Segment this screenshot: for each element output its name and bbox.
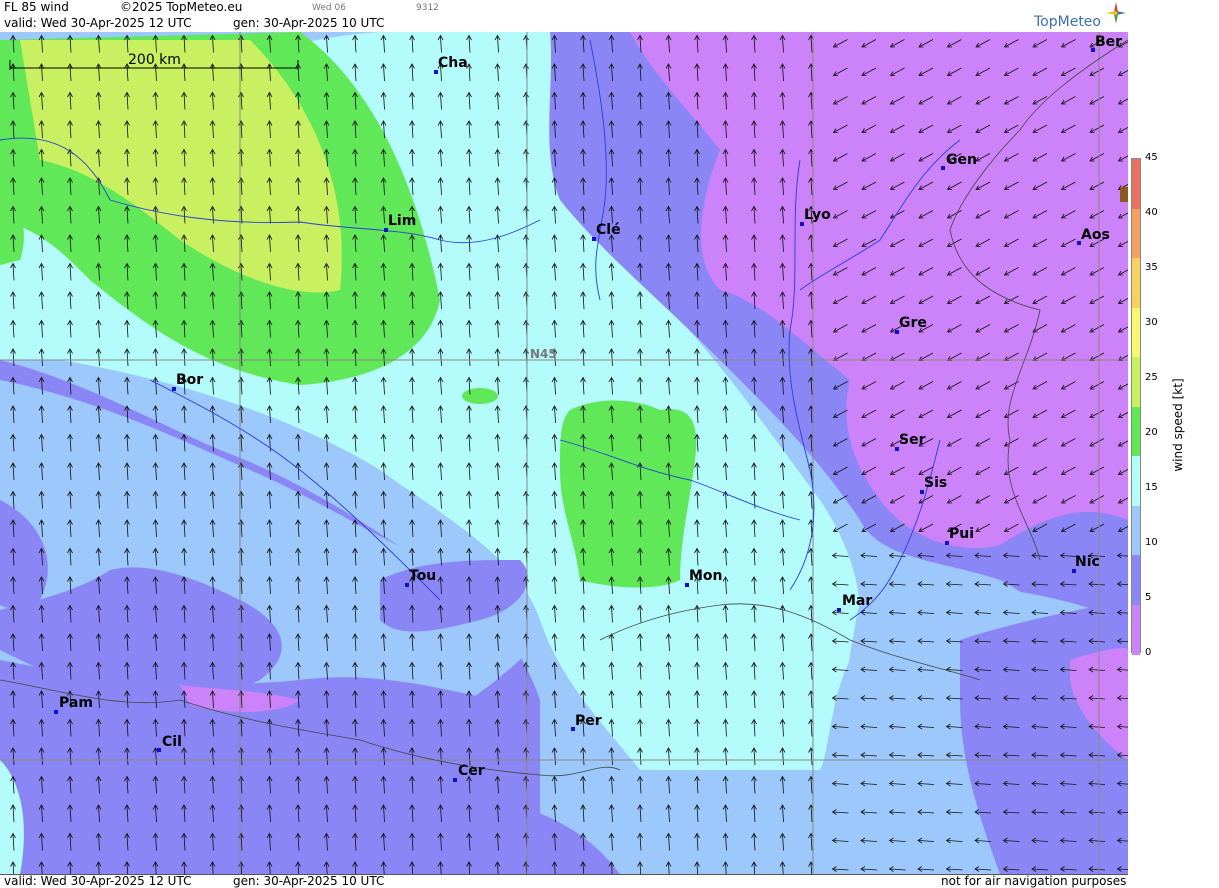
- wind-map: 200 km N45 Ber Cha Gen Lim Clé Lyo Aos G…: [0, 32, 1129, 874]
- legend-tick-label: 15: [1145, 482, 1158, 493]
- city-label: Aos: [1081, 227, 1110, 243]
- legend-tick-label: 30: [1145, 317, 1158, 328]
- city-label: Sis: [924, 475, 948, 491]
- city-label: Lyo: [804, 207, 831, 223]
- city-label: Cha: [438, 55, 468, 71]
- disclaimer: not for air navigation purposes: [941, 874, 1127, 888]
- city-label: Cil: [162, 734, 182, 750]
- legend-tick-label: 40: [1145, 207, 1158, 218]
- city-label: Gen: [946, 152, 977, 168]
- header-bar: FL 85 wind ©2025 TopMeteo.eu Wed 06 9312…: [0, 0, 1128, 33]
- product-title: FL 85 wind: [4, 0, 69, 14]
- latitude-label: N45: [530, 347, 557, 361]
- footer-generated-time: gen: 30-Apr-2025 10 UTC: [233, 874, 385, 888]
- city-dot: [54, 710, 58, 714]
- legend-tick-label: 0: [1145, 647, 1152, 658]
- code-number: 9312: [416, 3, 439, 13]
- legend-tick-label: 20: [1145, 427, 1158, 438]
- legend-marker: [1120, 187, 1128, 202]
- copyright-text: ©2025 TopMeteo.eu: [120, 0, 243, 14]
- city-label: Mon: [689, 568, 723, 584]
- city-label: Gre: [899, 315, 927, 331]
- city-label: Clé: [596, 222, 621, 238]
- legend-tick-label: 35: [1145, 262, 1158, 273]
- legend-segment: [1132, 555, 1140, 605]
- city-label: Pui: [949, 526, 975, 542]
- city-label: Lim: [388, 213, 417, 229]
- city-label: Nic: [1075, 554, 1100, 570]
- legend-segment: [1132, 159, 1140, 209]
- legend-segment: [1132, 208, 1140, 259]
- legend-color-bar: [1131, 158, 1141, 655]
- compass-star-icon: [1106, 2, 1126, 24]
- city-dot: [157, 748, 161, 752]
- legend-title: wind speed [kt]: [1171, 378, 1185, 472]
- city-dot: [837, 608, 841, 612]
- generated-time: gen: 30-Apr-2025 10 UTC: [233, 16, 385, 30]
- legend-tick-label: 45: [1145, 152, 1158, 163]
- legend-segment: [1132, 505, 1140, 556]
- legend-tick-label: 5: [1145, 592, 1152, 603]
- city-label: Bor: [176, 372, 204, 388]
- legend-segment: [1132, 406, 1140, 457]
- city-label: Tou: [409, 568, 437, 584]
- city-dot: [941, 166, 945, 170]
- scale-label: 200 km: [128, 52, 181, 68]
- day-code: Wed 06: [312, 3, 346, 13]
- city-label: Ser: [899, 432, 926, 448]
- legend-segment: [1132, 604, 1140, 655]
- city-label: Cer: [458, 763, 485, 779]
- city-label: Pam: [59, 695, 93, 711]
- city-dot: [453, 778, 457, 782]
- legend-tick-label: 25: [1145, 372, 1158, 383]
- footer-bar: valid: Wed 30-Apr-2025 12 UTC gen: 30-Ap…: [0, 874, 1128, 888]
- footer-valid-time: valid: Wed 30-Apr-2025 12 UTC: [4, 874, 192, 888]
- legend-segment: [1132, 307, 1140, 358]
- legend-tick-label: 10: [1145, 537, 1158, 548]
- legend-segment: [1132, 357, 1140, 407]
- city-label: Ber: [1095, 34, 1123, 50]
- valid-time: valid: Wed 30-Apr-2025 12 UTC: [4, 16, 192, 30]
- legend-segment: [1132, 456, 1140, 506]
- topmeteo-logo: TopMeteo: [1034, 2, 1126, 30]
- city-label: Mar: [842, 593, 873, 609]
- legend-segment: [1132, 258, 1140, 308]
- city-label: Per: [575, 713, 602, 729]
- logo-text: TopMeteo: [1034, 14, 1101, 30]
